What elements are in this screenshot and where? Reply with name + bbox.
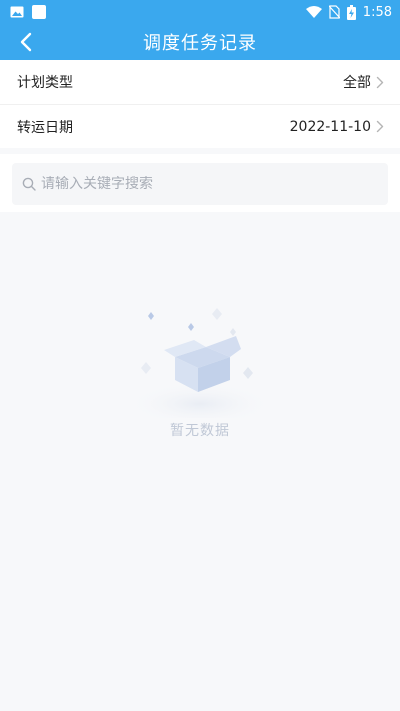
back-button[interactable]	[10, 24, 42, 60]
transfer-date-filter[interactable]: 转运日期 2022-11-10	[0, 104, 400, 148]
search-input[interactable]	[41, 176, 378, 192]
status-bar-left	[10, 5, 46, 19]
transfer-date-value: 2022-11-10	[289, 118, 371, 135]
search-section	[0, 154, 400, 212]
status-time: 1:58	[362, 4, 392, 20]
empty-box-icon	[126, 308, 274, 418]
page-title: 调度任务记录	[143, 33, 257, 54]
plan-type-value-wrap: 全部	[343, 72, 384, 92]
no-sim-icon	[328, 5, 340, 19]
chevron-right-icon	[376, 76, 384, 88]
search-icon	[22, 177, 36, 191]
status-bar: 1:58	[0, 0, 400, 24]
transfer-date-label: 转运日期	[17, 119, 73, 136]
plan-type-value: 全部	[343, 75, 371, 91]
back-arrow-icon	[20, 32, 32, 52]
wifi-icon	[305, 6, 322, 18]
empty-state: 暂无数据	[0, 300, 400, 450]
filter-panel: 计划类型 全部 转运日期 2022-11-10	[0, 60, 400, 148]
status-bar-right: 1:58	[305, 4, 392, 20]
transfer-date-value-wrap: 2022-11-10	[290, 119, 384, 135]
app-icon	[32, 5, 46, 19]
chevron-right-icon	[376, 120, 384, 133]
empty-state-text: 暂无数据	[170, 423, 230, 439]
plan-type-filter[interactable]: 计划类型 全部	[0, 60, 400, 104]
search-box[interactable]	[12, 163, 388, 205]
plan-type-label: 计划类型	[17, 75, 73, 91]
gallery-icon	[10, 6, 24, 18]
nav-bar: 调度任务记录	[0, 24, 400, 60]
battery-charging-icon	[346, 4, 356, 20]
